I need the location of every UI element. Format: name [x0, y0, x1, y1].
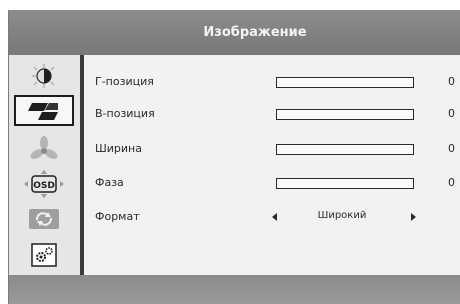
setting-label: Ширина — [95, 142, 142, 155]
setting-row-v-position[interactable]: В-позиция 0 — [84, 105, 460, 125]
menu-title: Изображение — [203, 25, 307, 40]
setup-icon — [31, 242, 57, 267]
sidebar-item-reset[interactable] — [14, 203, 74, 234]
sidebar-item-setup[interactable] — [14, 239, 74, 270]
sidebar-item-brightness[interactable] — [14, 60, 74, 91]
setting-value: 0 — [448, 107, 455, 120]
setting-label: Фаза — [95, 176, 124, 189]
reset-icon — [29, 208, 59, 229]
sidebar-item-color[interactable] — [14, 133, 74, 164]
image-geometry-icon — [28, 102, 58, 120]
width-slider[interactable] — [276, 144, 414, 155]
arrow-right-icon[interactable] — [411, 213, 416, 221]
setting-row-format[interactable]: Формат Широкий — [84, 208, 460, 228]
sidebar-item-osd[interactable]: OSD — [14, 168, 74, 199]
menu-footer-bar — [9, 275, 460, 304]
sidebar-item-image[interactable] — [14, 95, 74, 126]
setting-label: Г-позиция — [95, 75, 154, 88]
setting-value: 0 — [448, 142, 455, 155]
setting-value: 0 — [448, 176, 455, 189]
arrow-left-icon[interactable] — [272, 213, 277, 221]
setting-label: Формат — [95, 210, 140, 223]
format-value: Широкий — [317, 210, 367, 221]
svg-text:OSD: OSD — [33, 181, 55, 191]
setting-row-phase[interactable]: Фаза 0 — [84, 174, 460, 194]
v-position-slider[interactable] — [276, 109, 414, 120]
setting-value: 0 — [448, 75, 455, 88]
setting-row-h-position[interactable]: Г-позиция 0 — [84, 73, 460, 93]
osd-menu: Изображение OSD Г-позиция 0 В-позиция 0 … — [8, 10, 460, 304]
osd-settings-icon: OSD — [24, 169, 64, 198]
setting-row-width[interactable]: Ширина 0 — [84, 140, 460, 160]
settings-panel: Г-позиция 0 В-позиция 0 Ширина 0 Фаза 0 … — [84, 55, 460, 275]
sidebar: OSD — [9, 55, 80, 275]
h-position-slider[interactable] — [276, 77, 414, 88]
setting-label: В-позиция — [95, 107, 155, 120]
color-icon — [30, 135, 58, 159]
phase-slider[interactable] — [276, 178, 414, 189]
brightness-contrast-icon — [32, 63, 55, 88]
menu-title-bar: Изображение — [9, 10, 460, 55]
